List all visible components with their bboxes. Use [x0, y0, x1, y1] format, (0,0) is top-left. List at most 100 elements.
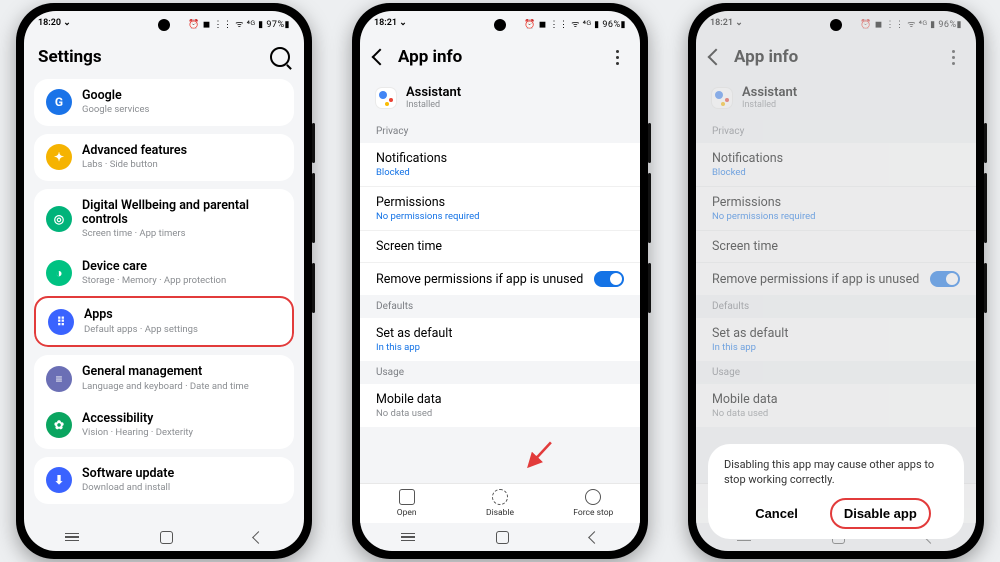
dialog-message: Disabling this app may cause other apps … — [724, 458, 948, 488]
row-title: Accessibility — [82, 412, 193, 426]
section-header: Privacy — [360, 120, 640, 143]
nav-back-icon[interactable] — [252, 531, 265, 544]
row-icon: ◑ — [46, 260, 72, 286]
item-screen-time[interactable]: Screen time — [360, 230, 640, 262]
row-title: Digital Wellbeing and parental controls — [82, 199, 282, 228]
nav-home-icon[interactable] — [160, 531, 173, 544]
front-camera — [494, 19, 506, 31]
status-time: 18:21 ⌄ — [374, 18, 407, 28]
section-header: Defaults — [360, 295, 640, 318]
action-label: Disable — [486, 508, 514, 518]
android-navbar[interactable] — [360, 523, 640, 551]
settings-list[interactable]: G GoogleGoogle services ✦ Advanced features… — [24, 79, 304, 523]
screen-appinfo-dialog: 18:21 ⌄ ⏰ ◼ ⋮⋮ ᯤ ⁴ᴳ ▮ 96%▮ App info Assi… — [696, 11, 976, 551]
page-title: App info — [398, 47, 608, 67]
page-title: Settings — [38, 47, 270, 67]
settings-row-advanced-features[interactable]: ✦ Advanced featuresLabs · Side button — [34, 134, 294, 181]
nav-home-icon[interactable] — [496, 531, 509, 544]
screen-appinfo: 18:21 ⌄ ⏰ ◼ ⋮⋮ ᯤ ⁴ᴳ ▮ 96%▮ App info Assi… — [360, 11, 640, 551]
row-title: Google — [82, 89, 149, 103]
force stop-icon — [585, 489, 601, 505]
settings-row-software-update[interactable]: ⬇ Software updateDownload and install — [34, 457, 294, 504]
settings-row-google[interactable]: G GoogleGoogle services — [34, 79, 294, 126]
assistant-app-icon — [376, 88, 396, 108]
item-permissions[interactable]: PermissionsNo permissions required — [360, 186, 640, 230]
row-subtitle: Labs · Side button — [82, 159, 187, 170]
row-icon: G — [46, 89, 72, 115]
row-subtitle: Default apps · App settings — [84, 324, 198, 335]
row-title: Device care — [82, 260, 226, 274]
item-subtitle: No data used — [376, 408, 624, 419]
disable-icon — [492, 489, 508, 505]
row-subtitle: Screen time · App timers — [82, 228, 282, 239]
app-install-status: Installed — [406, 100, 461, 110]
status-time: 18:20 ⌄ — [38, 18, 71, 28]
item-title: Set as default — [376, 326, 624, 341]
row-title: Software update — [82, 467, 174, 481]
nav-recents-icon[interactable] — [401, 533, 415, 541]
phone-frame-2: 18:21 ⌄ ⏰ ◼ ⋮⋮ ᯤ ⁴ᴳ ▮ 96%▮ App info Assi… — [352, 3, 648, 559]
item-subtitle: No permissions required — [376, 211, 624, 222]
settings-row-general-management[interactable]: ≡ General management Language and keyboard… — [34, 355, 294, 402]
item-remove-permissions-if-app-is-unused[interactable]: Remove permissions if app is unused — [360, 262, 640, 295]
row-icon: ✿ — [46, 412, 72, 438]
disable-confirm-dialog: Disabling this app may cause other apps … — [708, 444, 964, 539]
action-open[interactable]: Open — [360, 484, 453, 523]
android-navbar[interactable] — [24, 523, 304, 551]
item-title: Remove permissions if app is unused — [376, 272, 583, 287]
app-header[interactable]: Assistant Installed — [360, 79, 640, 120]
app-name: Assistant — [406, 85, 461, 100]
toggle-switch[interactable] — [594, 271, 624, 287]
header: Settings — [24, 35, 304, 79]
bottom-actions: Open Disable Force stop — [360, 483, 640, 523]
item-mobile-data[interactable]: Mobile dataNo data used — [360, 384, 640, 427]
item-subtitle: In this app — [376, 342, 624, 353]
front-camera — [158, 19, 170, 31]
item-subtitle: Blocked — [376, 167, 624, 178]
item-notifications[interactable]: NotificationsBlocked — [360, 143, 640, 186]
settings-row-accessibility[interactable]: ✿ AccessibilityVision · Hearing · Dexteri… — [34, 402, 294, 449]
search-icon[interactable] — [270, 47, 290, 67]
header: App info — [360, 35, 640, 79]
row-icon: ◎ — [46, 206, 72, 232]
section-header: Usage — [360, 361, 640, 384]
row-subtitle: Google services — [82, 104, 149, 115]
phone-frame-1: 18:20 ⌄ ⏰ ◼ ⋮⋮ ᯤ ⁴ᴳ ▮ 97%▮ Settings G Goo… — [16, 3, 312, 559]
dialog-cancel-button[interactable]: Cancel — [743, 500, 810, 527]
action-label: Force stop — [573, 508, 613, 518]
back-icon[interactable] — [372, 49, 389, 66]
status-icons: ⏰ ◼ ⋮⋮ ᯤ ⁴ᴳ ▮ 97%▮ — [188, 17, 290, 30]
dialog-scrim[interactable]: Disabling this app may cause other apps … — [696, 11, 976, 551]
row-title: General management — [82, 365, 249, 379]
row-title: Advanced features — [82, 144, 187, 158]
row-icon: ≡ — [46, 366, 72, 392]
dialog-disable-button[interactable]: Disable app — [832, 500, 929, 527]
item-title: Permissions — [376, 195, 624, 210]
more-icon[interactable] — [608, 50, 626, 65]
status-icons: ⏰ ◼ ⋮⋮ ᯤ ⁴ᴳ ▮ 96%▮ — [524, 17, 626, 30]
item-title: Notifications — [376, 151, 624, 166]
row-icon: ✦ — [46, 144, 72, 170]
app-info-list[interactable]: PrivacyNotificationsBlockedPermissionsNo… — [360, 120, 640, 483]
row-subtitle: Download and install — [82, 482, 174, 493]
front-camera — [830, 19, 842, 31]
settings-row-device-care[interactable]: ◑ Device careStorage · Memory · App prote… — [34, 250, 294, 297]
row-title: Apps — [84, 308, 198, 322]
settings-row-apps[interactable]: ⠿AppsDefault apps · App settings — [34, 296, 294, 347]
action-force-stop[interactable]: Force stop — [547, 484, 640, 523]
row-subtitle: Storage · Memory · App protection — [82, 275, 226, 286]
phone-frame-3: 18:21 ⌄ ⏰ ◼ ⋮⋮ ᯤ ⁴ᴳ ▮ 96%▮ App info Assi… — [688, 3, 984, 559]
open-icon — [399, 489, 415, 505]
item-title: Screen time — [376, 239, 624, 254]
item-set-as-default[interactable]: Set as defaultIn this app — [360, 318, 640, 361]
action-disable[interactable]: Disable — [453, 484, 546, 523]
settings-row-digital-wellbeing-and-parental-controls[interactable]: ◎ Digital Wellbeing and parental controls… — [34, 189, 294, 250]
item-title: Mobile data — [376, 392, 624, 407]
nav-recents-icon[interactable] — [65, 533, 79, 541]
screen-settings: 18:20 ⌄ ⏰ ◼ ⋮⋮ ᯤ ⁴ᴳ ▮ 97%▮ Settings G Goo… — [24, 11, 304, 551]
row-subtitle: Language and keyboard · Date and time — [82, 381, 249, 392]
action-label: Open — [397, 508, 417, 518]
row-subtitle: Vision · Hearing · Dexterity — [82, 427, 193, 438]
nav-back-icon[interactable] — [588, 531, 601, 544]
row-icon: ⬇ — [46, 467, 72, 493]
